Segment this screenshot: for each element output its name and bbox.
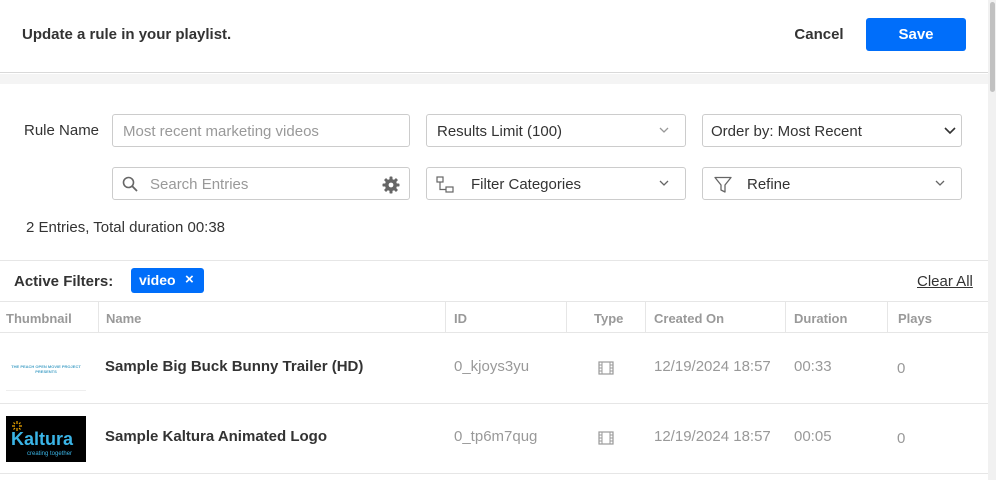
- save-button[interactable]: Save: [866, 18, 966, 51]
- column-separator: [645, 302, 646, 332]
- filter-chip-label: video: [139, 272, 176, 288]
- column-header-plays[interactable]: Plays: [898, 311, 932, 326]
- column-header-type[interactable]: Type: [594, 311, 623, 326]
- gear-icon[interactable]: [382, 176, 400, 198]
- entry-id: 0_tp6m7qug: [454, 428, 538, 445]
- column-header-thumbnail[interactable]: Thumbnail: [6, 311, 72, 326]
- entry-duration: 00:33: [794, 358, 832, 375]
- refine-select[interactable]: Refine: [702, 167, 962, 200]
- thumbnail-edge: [6, 390, 86, 391]
- column-separator: [566, 302, 567, 332]
- column-header-id[interactable]: ID: [454, 311, 467, 326]
- modal-header: Update a rule in your playlist. Cancel S…: [0, 0, 996, 73]
- filter-categories-select[interactable]: Filter Categories: [426, 167, 686, 200]
- scrollbar-thumb[interactable]: [990, 2, 995, 92]
- entry-created-on: 12/19/2024 18:57: [654, 358, 771, 375]
- entries-summary: 2 Entries, Total duration 00:38: [26, 219, 226, 236]
- clear-all-link[interactable]: Clear All: [917, 273, 973, 290]
- cancel-button[interactable]: Cancel: [784, 18, 854, 51]
- divider: [0, 332, 988, 333]
- header-separator-band: [0, 74, 988, 84]
- film-icon: [598, 361, 614, 375]
- column-separator: [785, 302, 786, 332]
- search-placeholder: Search Entries: [150, 176, 249, 193]
- column-separator: [445, 302, 446, 332]
- thumbnail-image: Kaltura creating together: [6, 416, 86, 462]
- rule-name-input[interactable]: Most recent marketing videos: [112, 114, 410, 147]
- order-by-value: Order by: Most Recent: [711, 123, 862, 140]
- funnel-icon: [714, 176, 732, 198]
- entry-name[interactable]: Sample Kaltura Animated Logo: [105, 428, 327, 445]
- chevron-down-icon: [657, 176, 671, 190]
- column-header-created-on[interactable]: Created On: [654, 311, 724, 326]
- categories-tree-icon: [436, 176, 454, 198]
- search-entries-input[interactable]: Search Entries: [112, 167, 410, 200]
- entry-id: 0_kjoys3yu: [454, 358, 530, 375]
- filter-categories-label: Filter Categories: [471, 176, 582, 193]
- column-separator: [887, 302, 888, 332]
- close-icon[interactable]: ×: [185, 271, 194, 288]
- divider: [0, 260, 988, 261]
- thumbnail-caption: THE PEACH OPEN MOVIE PROJECT PRESENTS: [11, 364, 81, 374]
- active-filters-label: Active Filters:: [14, 273, 114, 290]
- entry-name[interactable]: Sample Big Buck Bunny Trailer (HD): [105, 358, 363, 375]
- entry-plays: 0: [897, 430, 906, 447]
- chevron-down-icon: [943, 123, 957, 137]
- page-title: Update a rule in your playlist.: [22, 26, 232, 43]
- column-header-name[interactable]: Name: [106, 311, 141, 326]
- thumbnail-image: THE PEACH OPEN MOVIE PROJECT PRESENTS: [6, 345, 86, 391]
- entry-duration: 00:05: [794, 428, 832, 445]
- column-separator: [98, 302, 99, 332]
- results-limit-select[interactable]: Results Limit (100): [426, 114, 686, 147]
- divider: [0, 403, 988, 404]
- divider: [0, 473, 988, 474]
- rule-name-placeholder: Most recent marketing videos: [123, 123, 319, 140]
- search-icon: [122, 176, 138, 196]
- refine-label: Refine: [747, 176, 791, 193]
- divider: [0, 301, 988, 302]
- chevron-down-icon: [933, 176, 947, 190]
- chevron-down-icon: [657, 123, 671, 137]
- column-header-duration[interactable]: Duration: [794, 311, 847, 326]
- entry-plays: 0: [897, 360, 906, 377]
- results-limit-value: Results Limit (100): [437, 123, 563, 140]
- thumbnail-logo-text: Kaltura: [11, 429, 74, 449]
- order-by-select[interactable]: Order by: Most Recent: [702, 114, 962, 147]
- rule-name-label: Rule Name: [24, 122, 100, 139]
- entry-created-on: 12/19/2024 18:57: [654, 428, 771, 445]
- thumbnail-caption: creating together: [27, 451, 73, 457]
- filter-chip-video: video ×: [131, 268, 204, 293]
- film-icon: [598, 431, 614, 445]
